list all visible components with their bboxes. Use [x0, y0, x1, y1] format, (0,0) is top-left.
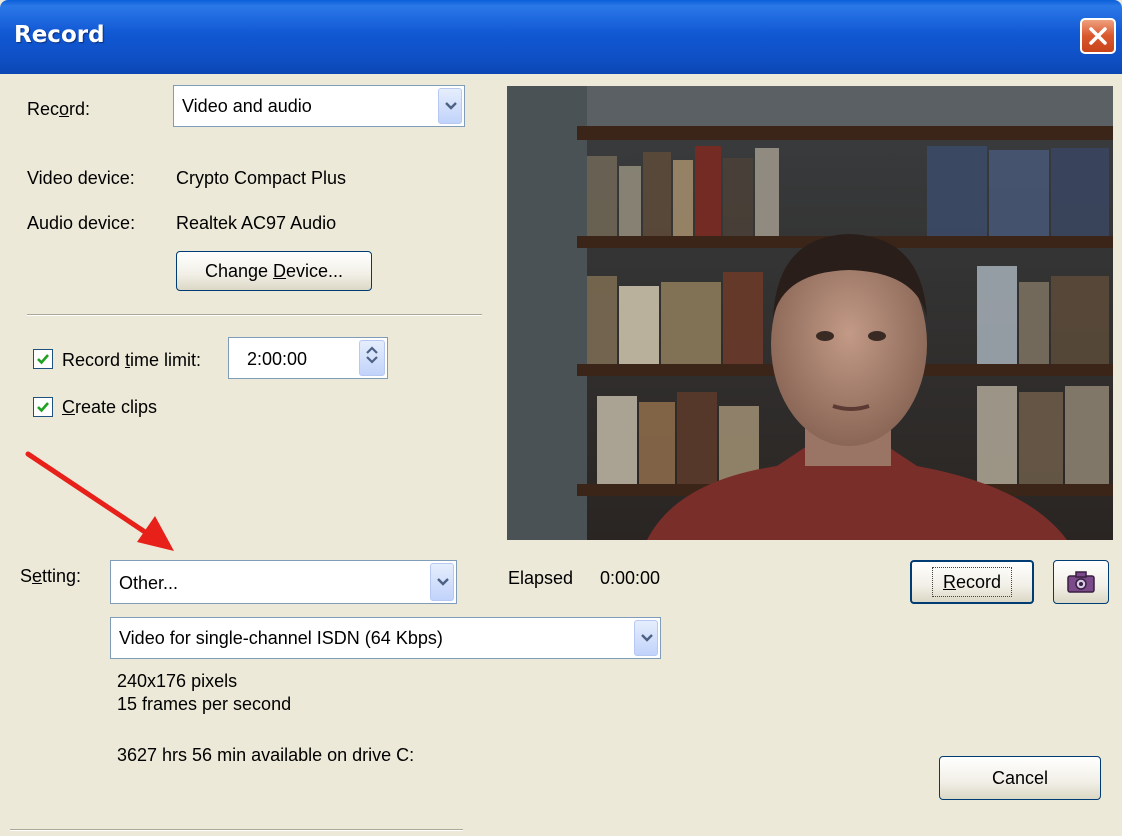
time-limit-label: Record time limit:: [62, 350, 202, 370]
audio-device-value: Realtek AC97 Audio: [176, 213, 337, 233]
change-device-button[interactable]: Change Device...: [176, 251, 372, 291]
record-dialog: Record Record: Video and audio Video dev…: [0, 0, 1122, 836]
record-button[interactable]: Record: [910, 560, 1034, 604]
snapshot-button[interactable]: [1053, 560, 1109, 604]
separator: [27, 314, 482, 316]
create-clips-label: Create clips: [62, 397, 158, 417]
chevron-down-icon: [641, 634, 653, 642]
resolution-text: 240x176 pixels: [117, 671, 238, 691]
video-preview: [507, 86, 1113, 540]
video-device-value: Crypto Compact Plus: [176, 168, 347, 188]
close-icon: [1089, 27, 1107, 45]
profile-select[interactable]: Video for single-channel ISDN (64 Kbps): [110, 617, 661, 659]
time-limit-value: 2:00:00: [247, 349, 308, 369]
checkmark-icon: [37, 402, 49, 413]
spin-updown-icon[interactable]: [359, 340, 385, 376]
chevron-down-icon: [445, 102, 457, 110]
chevron-down-icon: [437, 578, 449, 586]
checkmark-icon: [37, 354, 49, 365]
bottom-separator: [10, 829, 463, 831]
profile-dropdown-button[interactable]: [634, 620, 658, 656]
cancel-button[interactable]: Cancel: [939, 756, 1101, 800]
setting-select[interactable]: Other...: [110, 560, 457, 604]
window-title: Record: [14, 22, 105, 48]
time-limit-stepper[interactable]: 2:00:00: [228, 337, 388, 379]
record-type-dropdown-button[interactable]: [438, 88, 462, 124]
profile-value: Video for single-channel ISDN (64 Kbps): [119, 628, 443, 648]
record-button-label: Record: [931, 567, 1013, 597]
video-device-label: Video device:: [27, 168, 135, 188]
audio-device-label: Audio device:: [27, 213, 136, 233]
camera-icon: [1067, 571, 1095, 593]
setting-dropdown-button[interactable]: [430, 563, 454, 601]
record-type-select[interactable]: Video and audio: [173, 85, 465, 127]
available-space-text: 3627 hrs 56 min available on drive C:: [117, 745, 415, 765]
setting-value: Other...: [119, 573, 179, 593]
record-type-value: Video and audio: [182, 96, 312, 116]
record-label: Record:: [27, 99, 91, 119]
create-clips-checkbox[interactable]: [33, 397, 53, 417]
close-button[interactable]: [1080, 18, 1116, 54]
elapsed-value: 0:00:00: [600, 568, 661, 588]
spin-arrows-icon: [366, 346, 378, 364]
elapsed-label: Elapsed: [508, 568, 574, 588]
preview-image: [507, 86, 1113, 540]
setting-label: Setting:: [20, 566, 82, 586]
red-arrow: [25, 451, 174, 551]
title-bar[interactable]: Record: [0, 0, 1122, 74]
fps-text: 15 frames per second: [117, 694, 292, 714]
time-limit-checkbox[interactable]: [33, 349, 53, 369]
